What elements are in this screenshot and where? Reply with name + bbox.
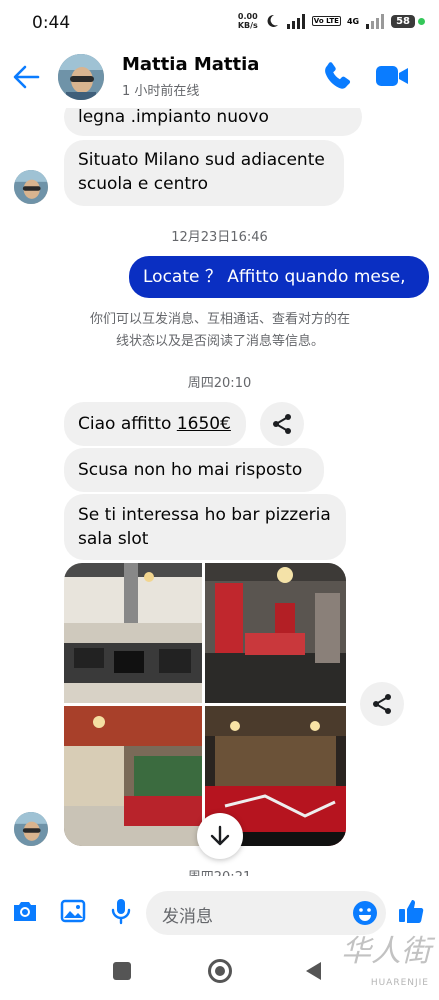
photo-restaurant-1[interactable]	[64, 563, 202, 703]
share-icon	[273, 414, 291, 434]
message-text: legna .impianto nuovo	[78, 108, 269, 127]
message-bubble-incoming[interactable]: Ciao affitto 1650€	[64, 402, 246, 446]
message-text: Locate ？ Affitto quando mese,	[143, 267, 406, 287]
chat-header: Mattia Mattia 1 小时前在线	[0, 46, 439, 108]
arrow-down-icon	[210, 825, 230, 846]
charging-dot	[418, 17, 425, 25]
photo-image	[205, 563, 346, 703]
message-input-placeholder: 发消息	[162, 907, 213, 927]
video-call-icon[interactable]	[374, 62, 410, 90]
timestamp: 周四20:21	[0, 866, 439, 876]
phone-call-icon[interactable]	[322, 60, 354, 92]
gallery-icon[interactable]	[58, 896, 88, 926]
message-bubble-incoming[interactable]: legna .impianto nuovo	[64, 108, 362, 136]
battery-level: 58	[391, 14, 415, 28]
status-bar: 0:44 0.00 KB/s Vo LTE 4G 58	[0, 0, 439, 46]
do-not-disturb-icon	[267, 14, 278, 27]
avatar-photo	[14, 170, 48, 204]
photo-restaurant-3[interactable]	[64, 706, 202, 846]
network-speed: 0.00 KB/s	[237, 12, 258, 30]
photo-restaurant-2[interactable]	[205, 563, 346, 703]
emoji-icon[interactable]	[352, 900, 378, 926]
watermark-subtext: HUARENJIE	[370, 978, 429, 988]
status-time: 0:44	[32, 13, 71, 33]
timestamp: 周四20:10	[187, 376, 252, 391]
message-bubble-incoming[interactable]: Scusa non ho mai risposto	[64, 448, 324, 492]
message-bubble-incoming[interactable]: Situato Milano sud adiacente scuola e ce…	[64, 140, 344, 206]
message-text: Ciao affitto	[78, 414, 177, 434]
share-button[interactable]	[260, 402, 304, 446]
share-button[interactable]	[360, 682, 404, 726]
contact-name[interactable]: Mattia Mattia	[122, 54, 259, 75]
signal-icon	[286, 14, 305, 29]
message-text: Scusa non ho mai risposto	[78, 460, 303, 480]
avatar-photo	[58, 54, 104, 100]
message-bubble-outgoing[interactable]: Locate ？ Affitto quando mese,	[129, 256, 429, 298]
message-text-line: sala slot	[78, 529, 149, 549]
battery-indicator: 58	[391, 14, 425, 28]
recent-apps-button[interactable]	[113, 962, 131, 980]
sender-avatar[interactable]	[14, 812, 48, 846]
microphone-icon[interactable]	[106, 896, 136, 926]
price-link[interactable]: 1650€	[177, 414, 231, 434]
avatar-photo	[14, 812, 48, 846]
photo-image	[64, 706, 202, 846]
message-list[interactable]: legna .impianto nuovo Situato Milano sud…	[0, 108, 439, 876]
message-text-line: scuola e centro	[78, 174, 209, 194]
status-icons: 0.00 KB/s Vo LTE 4G 58	[238, 12, 425, 30]
thumbs-up-icon[interactable]	[396, 896, 426, 926]
share-icon	[373, 694, 391, 714]
contact-avatar[interactable]	[58, 54, 104, 100]
signal-icon-2	[366, 14, 385, 29]
volte-badge: Vo LTE	[311, 16, 341, 26]
contact-status: 1 小时前在线	[122, 84, 200, 99]
home-button[interactable]	[208, 959, 232, 983]
message-text-line: Se ti interessa ho bar pizzeria	[78, 505, 331, 525]
system-back-button[interactable]	[306, 962, 321, 980]
network-type: 4G	[346, 16, 360, 26]
sender-avatar[interactable]	[14, 170, 48, 204]
scroll-to-bottom-button[interactable]	[197, 813, 243, 859]
watermark-logo: 华人街	[341, 934, 431, 969]
camera-icon[interactable]	[10, 896, 40, 926]
message-bubble-incoming[interactable]: Se ti interessa ho bar pizzeria sala slo…	[64, 494, 346, 560]
system-notice: 你们可以互发消息、互相通话、查看对方的在 线状态以及是否阅读了消息等信息。	[89, 312, 350, 349]
back-arrow-icon[interactable]	[12, 64, 40, 90]
photo-image	[64, 563, 202, 703]
message-text-line: Situato Milano sud adiacente	[78, 150, 325, 170]
timestamp: 12月23日16:46	[171, 230, 268, 245]
